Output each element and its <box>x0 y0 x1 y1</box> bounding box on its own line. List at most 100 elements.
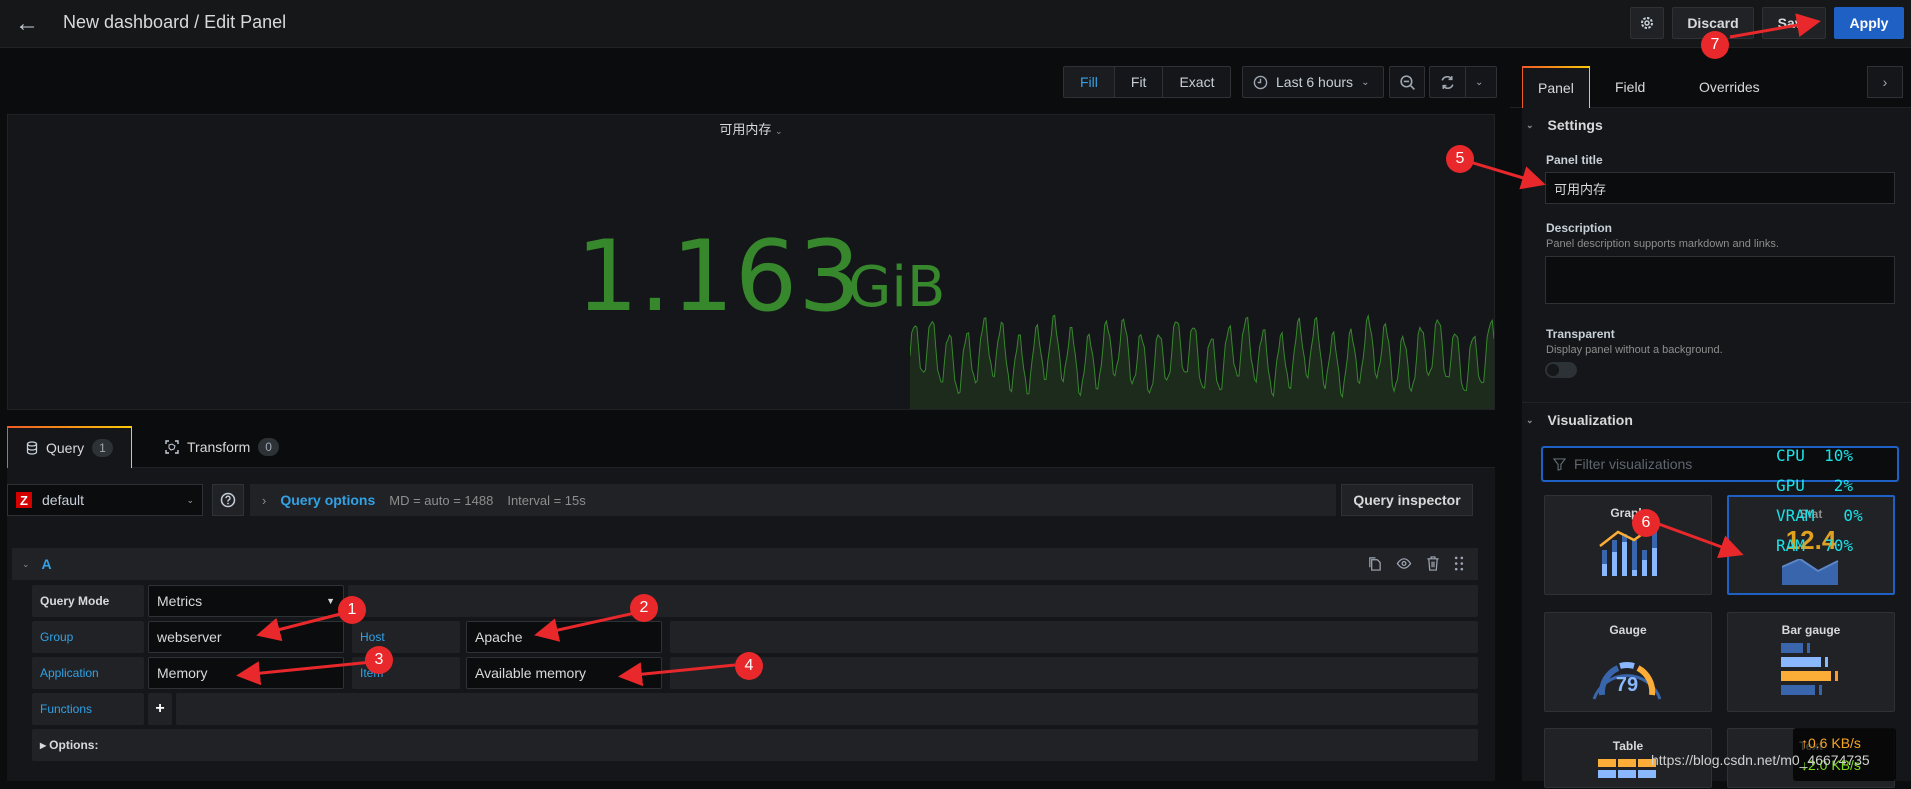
collapse-pane-button[interactable]: › <box>1867 66 1903 98</box>
query-row-actions <box>1367 556 1464 571</box>
trash-icon[interactable] <box>1426 556 1440 571</box>
system-monitor-overlay: CPU 10% GPU 2% VRAM 0% RAM 70% <box>1776 441 1863 561</box>
zoom-out-icon <box>1400 74 1415 90</box>
description-textarea[interactable] <box>1545 256 1895 304</box>
panel-settings-button[interactable] <box>1630 7 1664 39</box>
visualization-title: Visualization <box>1547 412 1633 428</box>
tab-field[interactable]: Field <box>1600 66 1660 108</box>
row-filler <box>176 693 1478 725</box>
transparent-hint: Display panel without a background. <box>1546 344 1723 356</box>
tab-transform[interactable]: Transform 0 <box>147 426 297 468</box>
transparent-toggle[interactable] <box>1545 362 1577 378</box>
top-bar <box>0 0 1911 48</box>
view-mode-fit[interactable]: Fit <box>1115 67 1164 97</box>
chevron-down-icon: ⌄ <box>1526 414 1534 425</box>
panel-title-label: Panel title <box>1546 153 1603 167</box>
options-tabs: Panel Field Overrides <box>1510 66 1911 108</box>
viz-card-label: Bar gauge <box>1781 623 1841 637</box>
viz-card-label: Table <box>1612 739 1644 753</box>
tab-query-count: 1 <box>92 439 113 457</box>
tab-transform-label: Transform <box>187 439 251 455</box>
net-upload: ↑0.6 KB/s <box>1801 732 1888 754</box>
visualization-section-header[interactable]: ⌄ Visualization <box>1522 412 1633 428</box>
datasource-help-button[interactable] <box>212 484 244 516</box>
annotation-marker-2: 2 <box>630 594 658 622</box>
chevron-down-icon: ⌄ <box>1526 119 1534 130</box>
application-label: Application <box>32 657 144 689</box>
tab-query[interactable]: Query 1 <box>7 426 132 468</box>
back-button[interactable]: ← <box>12 10 42 38</box>
chevron-down-icon: ⌄ <box>775 126 783 136</box>
panel-header[interactable]: 可用内存 ⌄ <box>8 119 1494 138</box>
save-button[interactable]: Save <box>1762 7 1826 39</box>
time-picker[interactable]: Last 6 hours ⌄ <box>1242 66 1384 98</box>
viz-card-graph[interactable]: Graph <box>1544 495 1712 595</box>
refresh-button[interactable] <box>1430 67 1466 97</box>
filter-icon <box>1553 457 1566 471</box>
tab-overrides[interactable]: Overrides <box>1684 66 1775 108</box>
annotation-marker-7: 7 <box>1701 31 1729 59</box>
chevron-down-icon: ⌄ <box>1361 76 1370 88</box>
gear-icon <box>1641 17 1653 29</box>
viz-card-gauge[interactable]: Gauge 79 <box>1544 612 1712 712</box>
query-inspector-button[interactable]: Query inspector <box>1341 484 1473 516</box>
add-function-button[interactable]: + <box>148 693 172 725</box>
hud-ram: RAM 70% <box>1776 536 1854 555</box>
row-filler <box>348 585 1478 617</box>
view-mode-fill[interactable]: Fill <box>1064 67 1115 97</box>
settings-title: Settings <box>1547 117 1603 133</box>
chevron-right-icon: › <box>262 492 267 508</box>
host-label: Host <box>352 621 460 653</box>
zoom-out-button[interactable] <box>1389 66 1425 98</box>
arrow-up-icon: ↑ <box>1801 735 1808 751</box>
query-mode-value: Metrics <box>157 593 203 609</box>
max-data-points: MD = auto = 1488 <box>389 492 494 508</box>
application-input[interactable]: Memory <box>148 657 344 689</box>
refresh-group: ⌄ <box>1429 66 1497 98</box>
options-label: Options: <box>49 738 99 752</box>
annotation-marker-3: 3 <box>365 646 393 674</box>
transform-icon <box>165 440 179 454</box>
query-options-link[interactable]: Query options <box>280 492 375 508</box>
apply-button[interactable]: Apply <box>1834 7 1904 39</box>
interval-text: Interval = 15s <box>507 492 586 508</box>
row-filler <box>670 657 1478 689</box>
host-input[interactable]: Apache <box>466 621 662 653</box>
chevron-down-icon: ⌄ <box>22 558 30 569</box>
eye-icon[interactable] <box>1396 556 1412 571</box>
copy-icon[interactable] <box>1367 556 1382 571</box>
zoom-out-wrap <box>1390 67 1425 97</box>
stat-viz-icon <box>1782 559 1839 585</box>
view-mode-group: Fill Fit Exact <box>1063 66 1232 98</box>
query-row-letter: A <box>41 556 52 572</box>
datasource-select[interactable]: Z default ⌄ <box>7 484 203 516</box>
transparent-label: Transparent <box>1546 327 1615 341</box>
drag-handle-icon[interactable] <box>1454 556 1464 571</box>
group-input[interactable]: webserver <box>148 621 344 653</box>
refresh-interval-dropdown[interactable]: ⌄ <box>1466 67 1492 97</box>
settings-section-header[interactable]: ⌄ Settings <box>1522 117 1603 133</box>
tab-panel[interactable]: Panel <box>1522 66 1590 108</box>
clock-icon <box>1253 75 1268 89</box>
stat-value: 1.163 <box>576 220 862 334</box>
divider <box>1522 402 1911 403</box>
item-input[interactable]: Available memory <box>466 657 662 689</box>
options-toggle[interactable]: ▶ Options: <box>32 729 1478 761</box>
question-circle-icon <box>220 492 236 508</box>
table-viz-icon <box>1598 759 1656 778</box>
panel-title-input[interactable]: 可用内存 <box>1545 172 1895 204</box>
view-mode-exact[interactable]: Exact <box>1163 67 1230 97</box>
refresh-icon <box>1441 75 1454 89</box>
zabbix-logo-icon: Z <box>16 492 32 508</box>
query-row-header[interactable]: ⌄ A <box>12 548 1478 580</box>
viz-card-bar-gauge[interactable]: Bar gauge <box>1727 612 1895 712</box>
time-range-label: Last 6 hours <box>1276 74 1354 90</box>
query-tabs: Query 1 Transform 0 <box>7 426 1495 468</box>
query-options-bar[interactable]: › Query options MD = auto = 1488 Interva… <box>250 484 1336 516</box>
chevron-right-icon: › <box>1882 74 1888 90</box>
description-label: Description <box>1546 221 1613 235</box>
query-mode-select[interactable]: Metrics ▼ <box>148 585 344 617</box>
group-label: Group <box>32 621 144 653</box>
chevron-down-icon: ⌄ <box>186 494 194 505</box>
caret-right-icon: ▶ <box>40 740 47 750</box>
